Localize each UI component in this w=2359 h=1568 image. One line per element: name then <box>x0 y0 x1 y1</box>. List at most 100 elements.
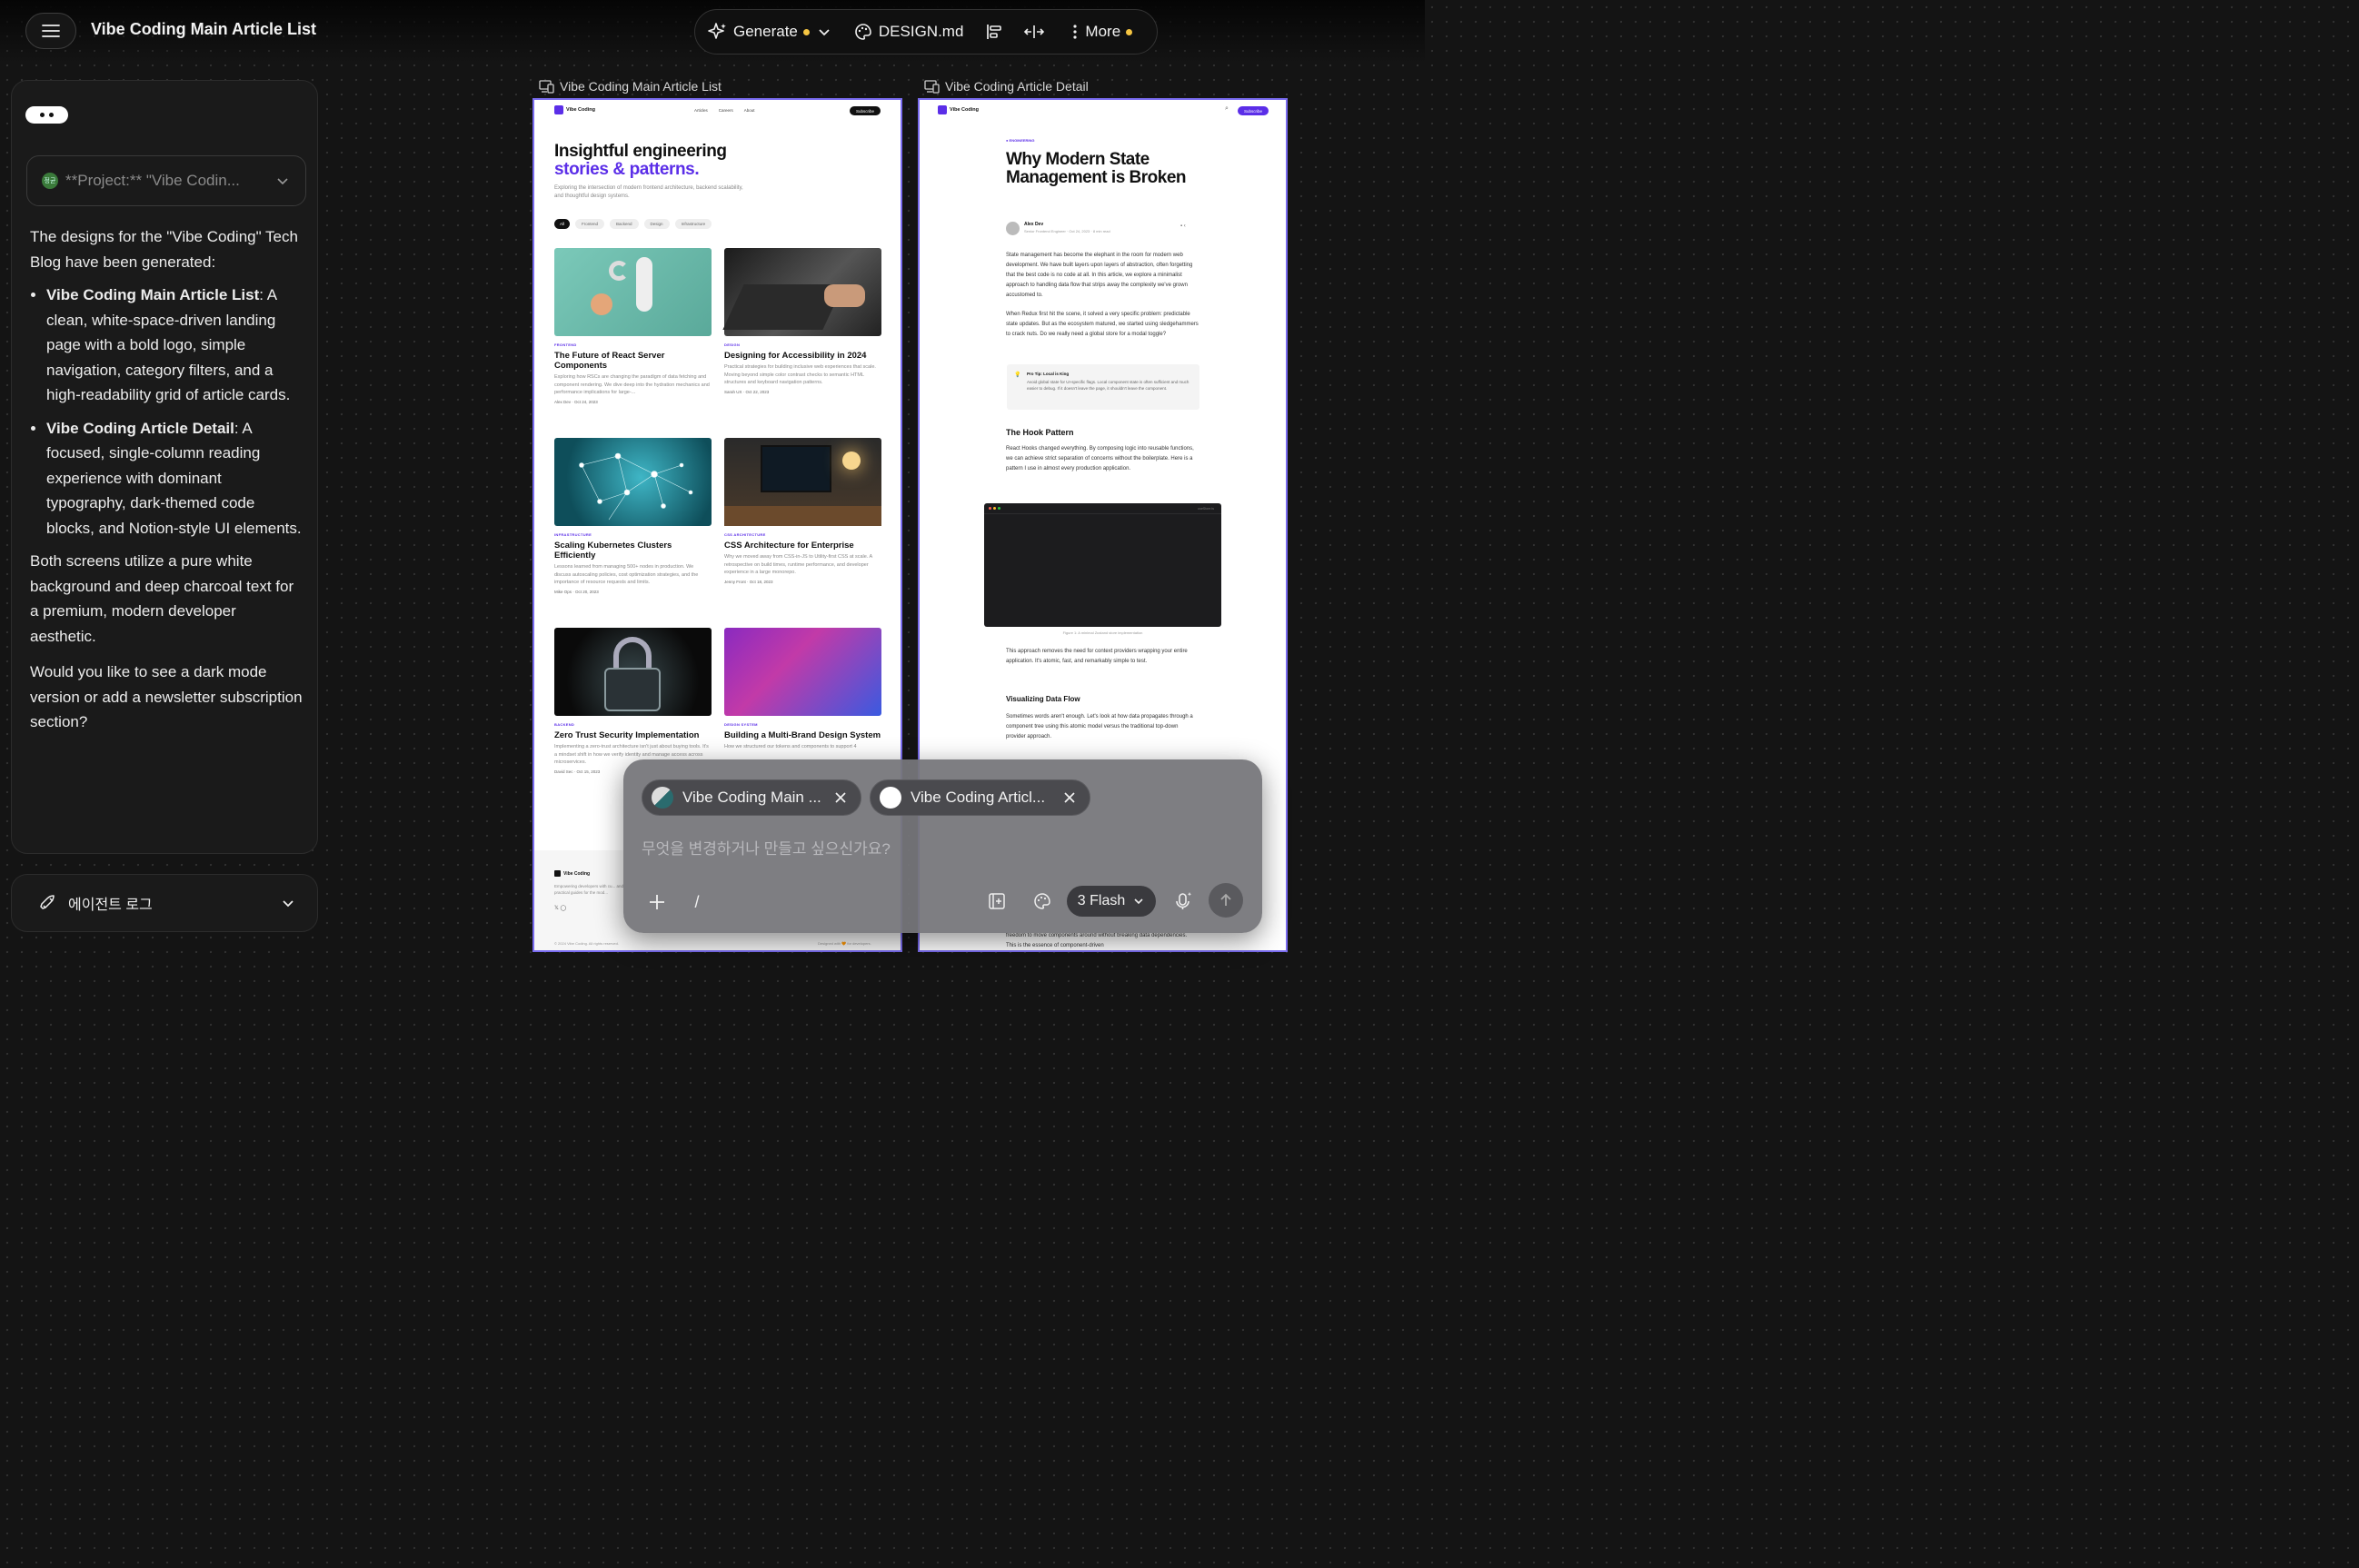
menu-button[interactable] <box>25 13 76 49</box>
chevron-down-icon <box>277 178 288 185</box>
article-card[interactable]: FRONTEND The Future of React Server Comp… <box>554 342 712 404</box>
filter-infrastructure[interactable]: Infrastructure <box>674 219 712 229</box>
article-card[interactable]: INFRASTRUCTURE Scaling Kubernetes Cluste… <box>554 532 712 594</box>
card-image-css[interactable] <box>724 438 881 526</box>
context-chip-main[interactable]: Vibe Coding Main ... <box>642 779 861 816</box>
more-label: More <box>1085 23 1121 40</box>
model-selector[interactable]: 3 Flash <box>1067 886 1156 917</box>
top-nav: Articles Careers About <box>694 108 755 113</box>
resize-button[interactable] <box>1021 19 1047 45</box>
filter-all[interactable]: All <box>554 219 571 229</box>
item-title: Vibe Coding Main Article List <box>46 286 260 303</box>
article-paragraph: freedom to move components around withou… <box>1006 933 1188 948</box>
agent-log-label: 에이전트 로그 <box>68 898 153 913</box>
chevron-down-icon <box>283 900 294 908</box>
frame-label-detail[interactable]: Vibe Coding Article Detail <box>924 79 1089 94</box>
slash-command-button[interactable]: / <box>689 890 705 914</box>
rocket-icon <box>40 895 55 909</box>
card-image-kubernetes[interactable] <box>554 438 712 526</box>
item-text: : A clean, white-space-driven landing pa… <box>46 286 291 403</box>
align-left-icon <box>987 25 1002 39</box>
tip-callout: 💡 Pro Tip: Local is King Avoid global st… <box>1007 364 1199 410</box>
article-paragraph: This approach removes the need for conte… <box>1006 649 1188 664</box>
article-card[interactable]: DESIGN Designing for Accessibility in 20… <box>724 342 881 394</box>
author-meta: Senior Frontend Engineer · Oct 24, 2023 … <box>1024 229 1110 233</box>
frame-label-text: Vibe Coding Main Article List <box>560 79 722 94</box>
card-image-react[interactable] <box>554 248 712 336</box>
footer-logo: Vibe Coding <box>554 870 590 877</box>
card-image-design-system[interactable] <box>724 628 881 716</box>
more-status-dot <box>1126 28 1133 35</box>
article-tag: ● ENGINEERING <box>1006 138 1035 143</box>
logo[interactable]: Vibe Coding <box>938 105 979 114</box>
palette-icon <box>1034 893 1050 909</box>
article-card[interactable]: CSS ARCHITECTURE CSS Architecture for En… <box>724 532 881 584</box>
article-card[interactable]: DESIGN SYSTEM Building a Multi-Brand Des… <box>724 722 881 752</box>
list-item: Vibe Coding Article Detail: A focused, s… <box>46 416 303 541</box>
project-label: **Project:** "Vibe Codin... <box>65 172 240 189</box>
arrow-up-icon <box>1220 893 1231 906</box>
message-question: Would you like to see a dark mode versio… <box>30 663 303 730</box>
subscribe-button[interactable]: Subscribe <box>850 106 881 115</box>
chat-panel: 정균 **Project:** "Vibe Codin... The desig… <box>11 80 318 854</box>
filter-frontend[interactable]: Frontend <box>575 219 605 229</box>
send-button[interactable] <box>1209 883 1243 918</box>
avatar: 정균 <box>42 173 58 189</box>
agent-log-toggle[interactable]: 에이전트 로그 <box>11 874 318 932</box>
logo[interactable]: Vibe Coding <box>554 105 595 114</box>
category-filters: All Frontend Backend Design Infrastructu… <box>554 219 712 229</box>
card-image-security[interactable] <box>554 628 712 716</box>
chip-label: Vibe Coding Main ... <box>682 789 821 806</box>
frame-thumbnail <box>880 787 901 809</box>
prompt-input[interactable]: 무엇을 변경하거나 만들고 싶으신가요? <box>642 836 891 858</box>
item-title: Vibe Coding Article Detail <box>46 419 234 437</box>
nav-careers[interactable]: Careers <box>719 108 733 113</box>
search-icon[interactable]: ⌕ <box>1225 105 1229 113</box>
generate-label: Generate <box>733 23 798 40</box>
hamburger-icon <box>42 25 60 37</box>
chip-label: Vibe Coding Articl... <box>911 789 1046 806</box>
project-selector[interactable]: 정균 **Project:** "Vibe Codin... <box>26 155 306 206</box>
message-list: Vibe Coding Main Article List: A clean, … <box>46 283 303 541</box>
frame-label-main[interactable]: Vibe Coding Main Article List <box>539 79 722 94</box>
hero-title: Insightful engineering stories & pattern… <box>554 142 727 179</box>
palette-icon <box>855 24 871 40</box>
footer-description: Empowering developers with cu... and pra… <box>554 884 624 895</box>
add-screen-button[interactable] <box>985 889 1009 913</box>
section-heading: Visualizing Data Flow <box>1006 695 1080 703</box>
filter-backend[interactable]: Backend <box>610 219 639 229</box>
close-icon[interactable] <box>1062 790 1077 805</box>
canvas-toolbar: Generate DESIGN.md More <box>694 9 1158 55</box>
close-icon[interactable] <box>833 790 848 805</box>
prompt-composer: Vibe Coding Main ... Vibe Coding Articl.… <box>623 759 1262 933</box>
card-image-accessibility[interactable] <box>722 248 881 336</box>
context-chip-detail[interactable]: Vibe Coding Articl... <box>870 779 1090 816</box>
more-vertical-icon <box>1073 25 1078 39</box>
devices-icon <box>924 79 940 94</box>
add-frame-icon <box>989 893 1005 909</box>
sparkle-icon <box>708 23 726 39</box>
design-md-button[interactable]: DESIGN.md <box>853 22 963 42</box>
list-item: Vibe Coding Main Article List: A clean, … <box>46 283 303 408</box>
model-label: 3 Flash <box>1077 893 1126 908</box>
code-block: useStore.ts <box>984 503 1221 627</box>
status-dot <box>802 28 810 35</box>
align-button[interactable] <box>981 19 1007 45</box>
typing-indicator <box>25 106 68 124</box>
add-button[interactable] <box>645 890 669 914</box>
generate-button[interactable]: Generate <box>708 22 833 42</box>
nav-articles[interactable]: Articles <box>694 108 708 113</box>
chevron-down-icon[interactable] <box>815 23 833 41</box>
voice-button[interactable] <box>1170 888 1196 914</box>
more-button[interactable]: More <box>1070 23 1133 41</box>
filter-design[interactable]: Design <box>643 219 670 229</box>
footer-social-icons[interactable]: 𝕏 ◯ <box>554 905 566 911</box>
subscribe-button[interactable]: Subscribe <box>1238 106 1269 115</box>
nav-about[interactable]: About <box>744 108 755 113</box>
hero-description: Exploring the intersection of modern fro… <box>554 185 743 199</box>
plus-icon <box>650 895 664 909</box>
message-intro: The designs for the "Vibe Coding" Tech B… <box>30 228 298 271</box>
theme-button[interactable] <box>1030 889 1054 913</box>
bookmark-icon[interactable]: ▪ ‹ <box>1180 223 1186 229</box>
figure-caption: Figure 1: A minimal Zustand store implem… <box>1062 630 1143 635</box>
